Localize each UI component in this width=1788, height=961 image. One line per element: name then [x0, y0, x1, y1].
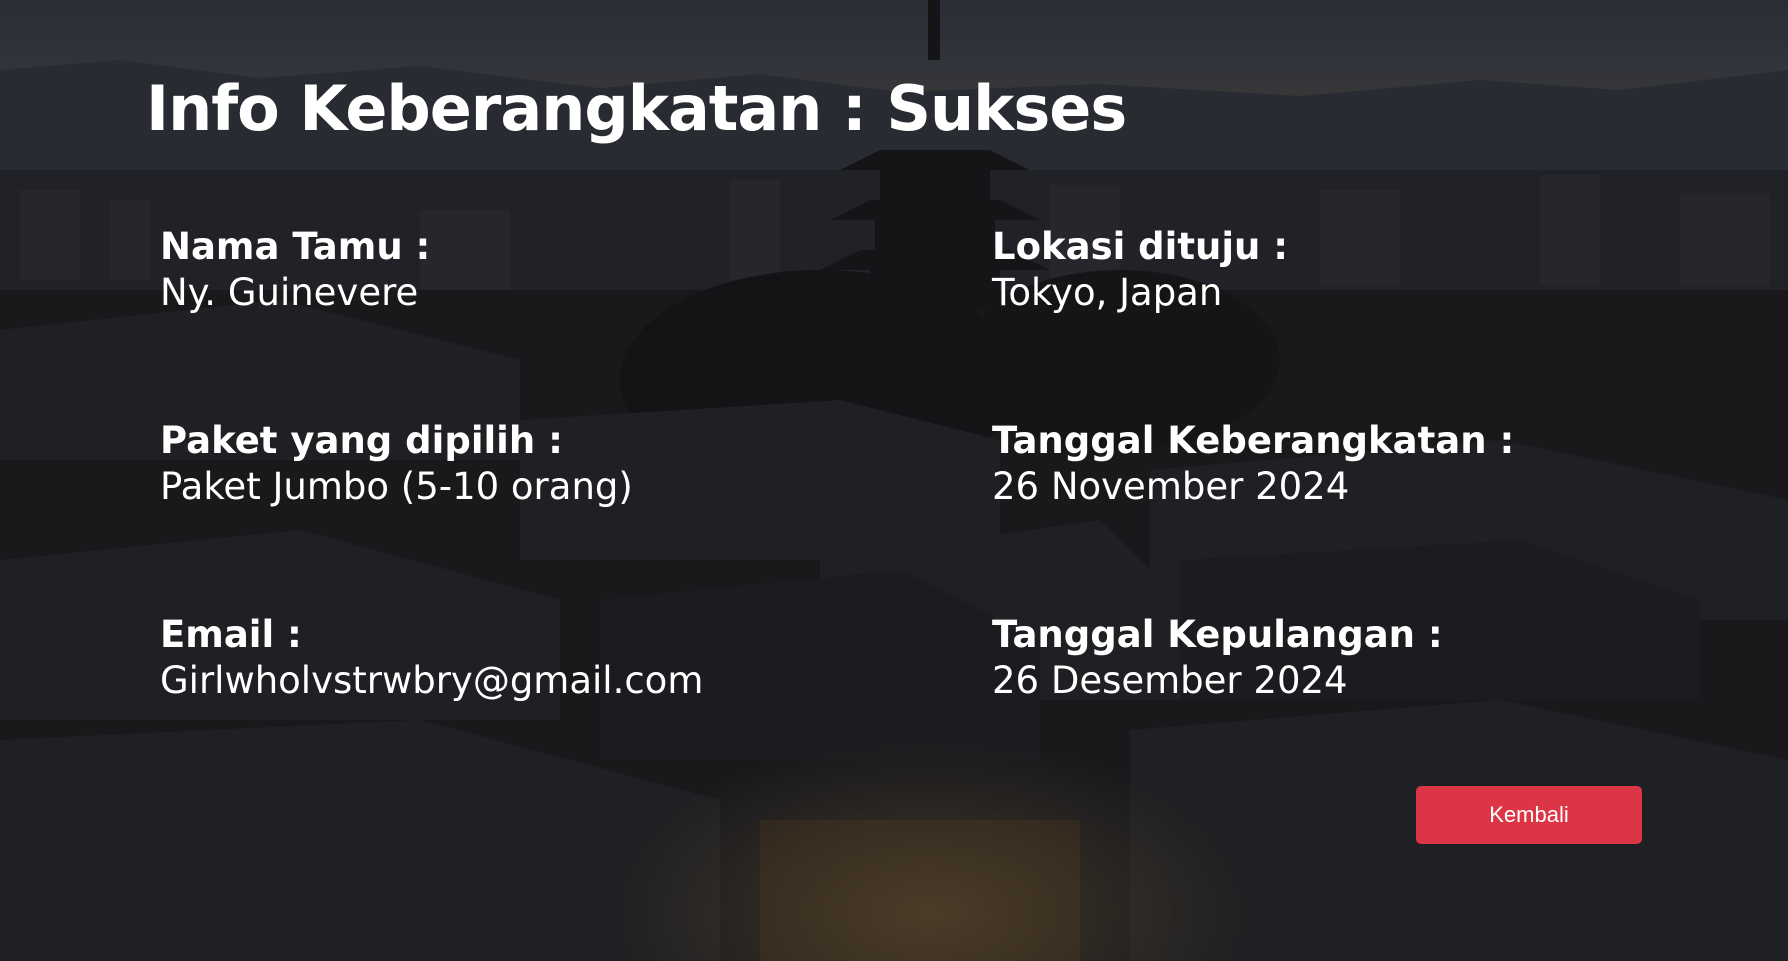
email-value: Girlwholvstrwbry@gmail.com [160, 659, 704, 702]
destination-value: Tokyo, Japan [992, 271, 1223, 314]
package-value: Paket Jumbo (5-10 orang) [160, 465, 633, 508]
package-label: Paket yang dipilih : [160, 419, 563, 462]
confirmation-page: Info Keberangkatan : Sukses Nama Tamu : … [0, 0, 1788, 961]
package-field: Paket yang dipilih : Paket Jumbo (5-10 o… [160, 418, 900, 510]
guest-name-field: Nama Tamu : Ny. Guinevere [160, 224, 900, 316]
back-button[interactable]: Kembali [1416, 786, 1642, 844]
destination-field: Lokasi dituju : Tokyo, Japan [992, 224, 1732, 316]
destination-label: Lokasi dituju : [992, 225, 1289, 268]
guest-name-label: Nama Tamu : [160, 225, 431, 268]
page-title: Info Keberangkatan : Sukses [146, 72, 1127, 145]
departure-date-field: Tanggal Keberangkatan : 26 November 2024 [992, 418, 1732, 510]
guest-name-value: Ny. Guinevere [160, 271, 419, 314]
return-date-label: Tanggal Kepulangan : [992, 613, 1443, 656]
email-label: Email : [160, 613, 302, 656]
email-field: Email : Girlwholvstrwbry@gmail.com [160, 612, 900, 704]
return-date-field: Tanggal Kepulangan : 26 Desember 2024 [992, 612, 1732, 704]
return-date-value: 26 Desember 2024 [992, 659, 1348, 702]
departure-date-value: 26 November 2024 [992, 465, 1350, 508]
departure-date-label: Tanggal Keberangkatan : [992, 419, 1515, 462]
